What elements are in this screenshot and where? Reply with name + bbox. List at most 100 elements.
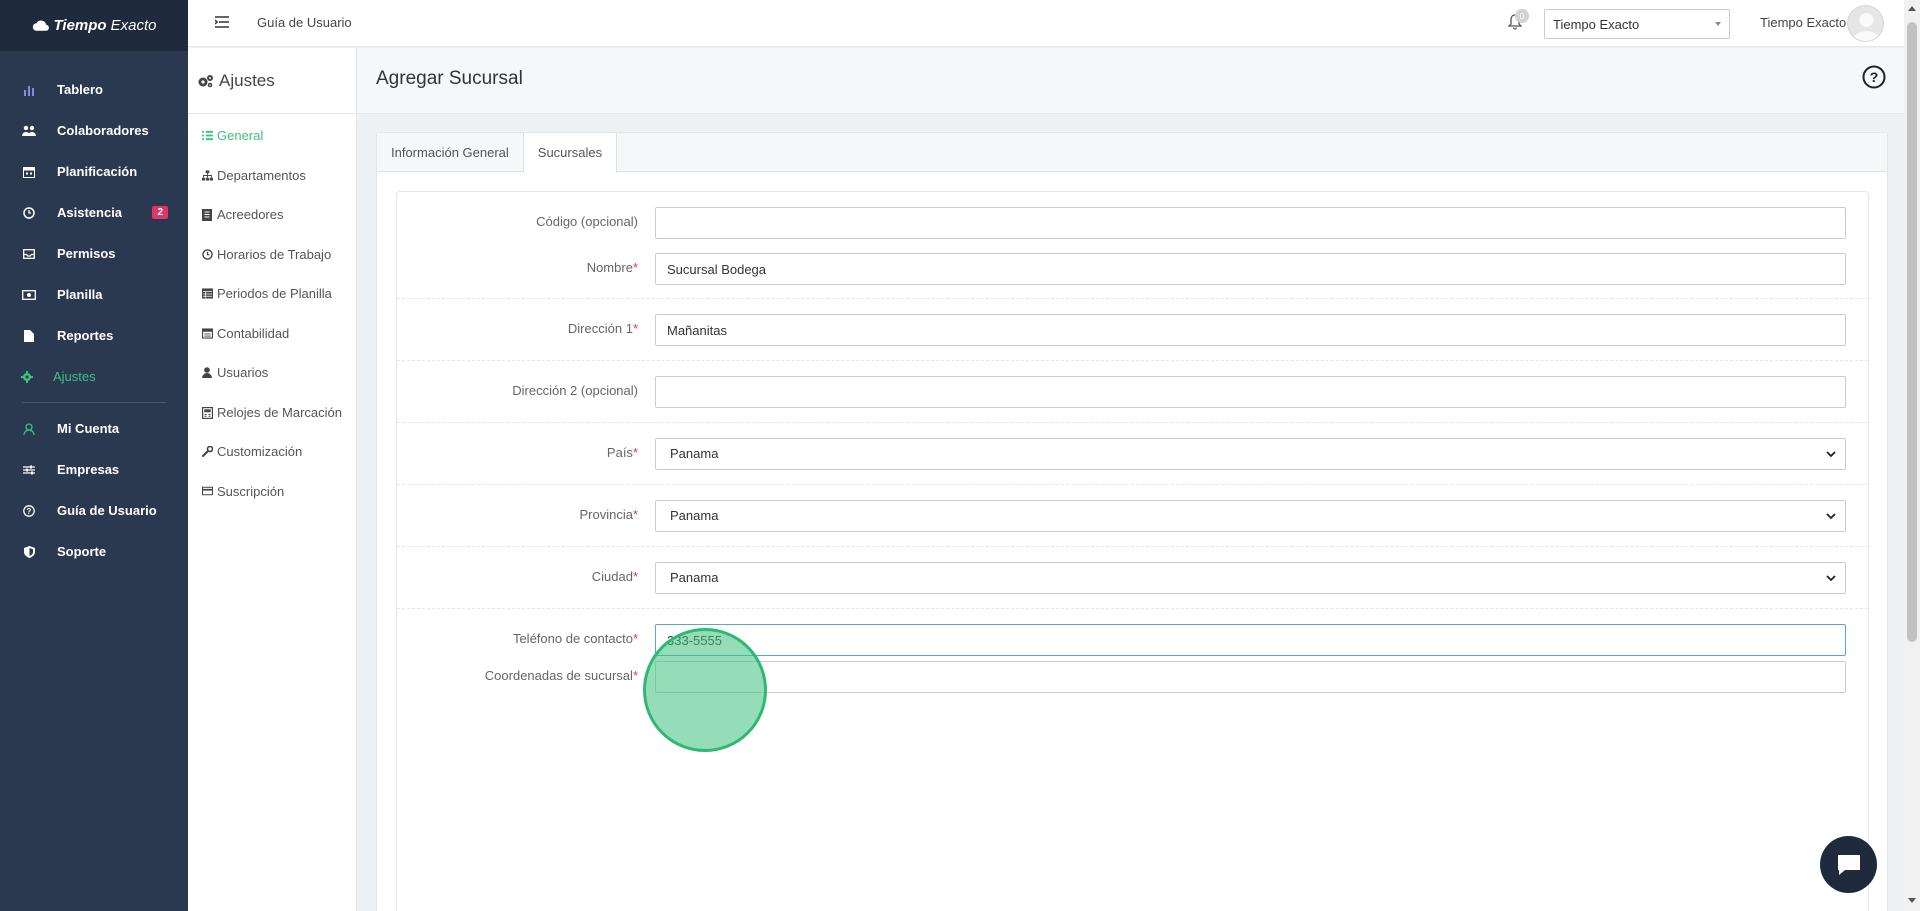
sidebar-item-soporte[interactable]: Soporte	[0, 531, 188, 572]
settings-item-horarios[interactable]: Horarios de Trabajo	[188, 235, 356, 275]
sidebar-item-empresas[interactable]: Empresas	[0, 449, 188, 490]
calculator-icon	[202, 328, 213, 339]
help-icon[interactable]: ?	[1862, 65, 1886, 89]
caret-down-icon	[1715, 22, 1721, 26]
avatar[interactable]	[1847, 5, 1884, 42]
settings-item-label: General	[217, 128, 264, 144]
sidebar-item-permisos[interactable]: Permisos	[0, 233, 188, 274]
tab-sucursales[interactable]: Sucursales	[522, 133, 618, 173]
sidebar-item-asistencia[interactable]: Asistencia 2	[0, 192, 188, 233]
chat-widget-button[interactable]	[1820, 836, 1877, 893]
sidebar-item-label: Soporte	[57, 544, 107, 559]
chevron-down-icon	[1826, 575, 1836, 582]
settings-item-label: Periodos de Planilla	[217, 286, 332, 302]
settings-item-suscripcion[interactable]: Suscripción	[188, 472, 356, 512]
settings-title-text: Ajustes	[219, 70, 275, 90]
sidebar-item-label: Planificación	[57, 164, 138, 179]
form-row-codigo: Código (opcional)	[397, 192, 1868, 246]
sidebar-divider	[22, 402, 166, 403]
settings-item-acreedores[interactable]: Acreedores	[188, 195, 356, 235]
chevron-down-icon	[1826, 513, 1836, 520]
coordenadas-input[interactable]	[655, 661, 1846, 693]
scroll-up-arrow[interactable]	[1908, 6, 1916, 11]
clock-icon	[202, 248, 213, 260]
sitemap-icon	[202, 170, 213, 181]
svg-text:?: ?	[27, 507, 32, 516]
nombre-input[interactable]	[655, 253, 1846, 285]
settings-item-general[interactable]: General	[188, 116, 356, 156]
book-icon	[202, 209, 213, 222]
form-row-ciudad: Ciudad* Panama	[397, 546, 1868, 608]
sidebar-item-colaboradores[interactable]: Colaboradores	[0, 110, 188, 151]
sidebar-item-label: Tablero	[57, 82, 103, 97]
sidebar-item-guia[interactable]: ? Guía de Usuario	[0, 490, 188, 531]
form-row-nombre: Nombre*	[397, 246, 1868, 292]
sidebar-item-ajustes[interactable]: Ajustes	[0, 356, 188, 397]
direccion2-input[interactable]	[655, 376, 1846, 408]
telefono-label: Teléfono de contacto*	[512, 631, 638, 646]
settings-item-label: Customización	[217, 444, 303, 460]
settings-item-departamentos[interactable]: Departamentos	[188, 156, 356, 196]
company-select[interactable]: Tiempo Exacto	[1544, 9, 1730, 39]
user-guide-link[interactable]: Guía de Usuario	[257, 15, 352, 30]
brand-logo[interactable]: Tiempo Exacto	[0, 0, 188, 51]
settings-title: Ajustes	[188, 48, 356, 114]
sidebar-item-mi-cuenta[interactable]: Mi Cuenta	[0, 408, 188, 449]
sliders-icon	[22, 463, 36, 477]
top-header: Guía de Usuario 0 Tiempo Exacto Tiempo E…	[188, 0, 1920, 47]
settings-item-label: Departamentos	[217, 167, 306, 183]
cogs-icon	[198, 74, 213, 87]
settings-item-label: Horarios de Trabajo	[217, 246, 332, 262]
telefono-input[interactable]	[655, 624, 1846, 656]
sidebar-item-planificacion[interactable]: Planificación	[0, 151, 188, 192]
menu-toggle-icon[interactable]	[215, 16, 229, 28]
settings-item-label: Contabilidad	[217, 325, 290, 341]
tab-informacion-general[interactable]: Información General	[377, 133, 523, 171]
provincia-select-value: Panama	[670, 508, 719, 523]
codigo-input[interactable]	[655, 207, 1846, 239]
file-icon	[22, 329, 36, 343]
cloud-icon	[32, 20, 49, 31]
ciudad-select[interactable]: Panama	[655, 562, 1846, 594]
ciudad-select-value: Panama	[670, 570, 719, 585]
tab-bar: Información General Sucursales	[377, 133, 1887, 173]
device-icon	[202, 406, 213, 419]
sidebar-item-reportes[interactable]: Reportes	[0, 315, 188, 356]
settings-item-customizacion[interactable]: Customización	[188, 432, 356, 472]
main-sidebar: Tiempo Exacto Tablero Colaboradores Plani…	[0, 0, 188, 911]
users-icon	[22, 124, 36, 138]
direccion1-input[interactable]	[655, 314, 1846, 346]
sidebar-item-planilla[interactable]: Planilla	[0, 274, 188, 315]
sidebar-item-label: Mi Cuenta	[57, 421, 120, 436]
settings-item-periodos[interactable]: Periodos de Planilla	[188, 274, 356, 314]
provincia-select[interactable]: Panama	[655, 500, 1846, 532]
page-scrollbar[interactable]	[1904, 0, 1920, 911]
coordenadas-label: Coordenadas de sucursal*	[484, 668, 638, 683]
direccion2-label: Dirección 2 (opcional)	[512, 383, 638, 398]
chat-icon	[1837, 854, 1860, 875]
money-icon	[22, 288, 36, 302]
shield-icon	[22, 545, 36, 559]
pais-select[interactable]: Panama	[655, 438, 1846, 470]
sidebar-item-label: Planilla	[57, 287, 103, 302]
settings-item-usuarios[interactable]: Usuarios	[188, 353, 356, 393]
settings-item-relojes[interactable]: Relojes de Marcación	[188, 393, 356, 433]
direccion1-label: Dirección 1*	[567, 321, 638, 336]
scroll-down-arrow[interactable]	[1908, 898, 1916, 903]
page-header: Agregar Sucursal ?	[358, 48, 1904, 114]
chevron-down-icon	[1826, 451, 1836, 458]
user-name[interactable]: Tiempo Exacto	[1760, 15, 1846, 30]
user-icon	[202, 367, 213, 379]
branch-form: Código (opcional) Nombre* Dirección 1* D…	[396, 191, 1869, 911]
settings-item-contabilidad[interactable]: Contabilidad	[188, 314, 356, 354]
settings-item-label: Suscripción	[217, 483, 285, 499]
company-select-value: Tiempo Exacto	[1553, 17, 1640, 32]
form-row-provincia: Provincia* Panama	[397, 484, 1868, 546]
sidebar-nav: Tablero Colaboradores Planificación Asis…	[0, 69, 188, 572]
sidebar-item-label: Asistencia	[57, 205, 123, 220]
sidebar-item-tablero[interactable]: Tablero	[0, 69, 188, 110]
bar-chart-icon	[22, 83, 36, 97]
scroll-thumb[interactable]	[1907, 22, 1917, 642]
branch-card: Información General Sucursales Código (o…	[376, 132, 1888, 911]
gear-icon	[20, 370, 34, 384]
